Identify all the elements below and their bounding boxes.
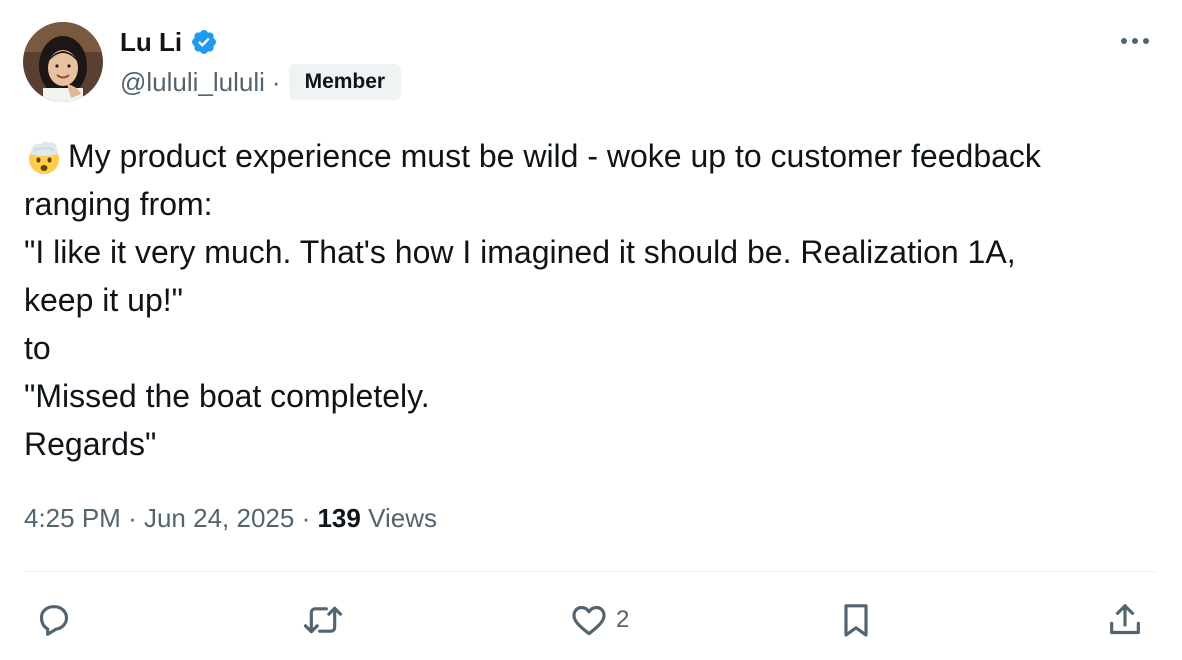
meta-separator: · [301, 503, 311, 533]
member-badge: Member [288, 64, 402, 100]
tweet-line: to [24, 330, 51, 366]
tweet-line: ranging from: [24, 186, 213, 222]
handle-separator: · [271, 67, 281, 97]
more-dots-icon [1121, 38, 1149, 44]
exploding-head-emoji-icon [24, 136, 64, 176]
tweet-time[interactable]: 4:25 PM [24, 503, 121, 533]
tweet-line: "Missed the boat completely. [24, 378, 430, 414]
bookmark-icon [844, 604, 868, 637]
more-options-button[interactable] [1114, 26, 1156, 56]
tweet-line: "I like it very much. That's how I imagi… [24, 234, 1016, 270]
tweet-line: keep it up!" [24, 282, 184, 318]
tweet-card: Lu Li @lululi_lululi · Member My product… [0, 0, 1182, 660]
views-count: 139 [317, 503, 361, 533]
reply-icon [39, 605, 69, 636]
author-display-name: Lu Li [120, 27, 183, 57]
like-button[interactable]: 2 [568, 598, 629, 642]
tweet-date[interactable]: Jun 24, 2025 [144, 503, 294, 533]
tweet-line: Regards" [24, 426, 157, 462]
avatar[interactable] [23, 22, 103, 102]
share-button[interactable] [1105, 598, 1151, 642]
like-count: 2 [616, 606, 630, 633]
tweet-line-text: My product experience must be wild - wok… [68, 138, 1041, 174]
meta-separator: · [128, 503, 137, 533]
views-label: Views [368, 503, 437, 533]
repost-button[interactable] [301, 598, 351, 642]
reply-button[interactable] [34, 598, 80, 642]
repost-icon [303, 606, 343, 634]
tweet-text: My product experience must be wild - wok… [24, 132, 1164, 468]
bookmark-button[interactable] [836, 598, 882, 642]
avatar-photo [23, 22, 103, 102]
author-handle[interactable]: @lululi_lululi [120, 64, 265, 100]
like-icon [572, 605, 606, 636]
share-icon [1110, 604, 1140, 635]
verified-badge-icon [190, 28, 218, 56]
tweet-line: My product experience must be wild - wok… [24, 132, 1164, 180]
handle-row: @lululi_lululi · Member [120, 64, 402, 100]
author-name[interactable]: Lu Li [120, 26, 218, 58]
tweet-meta: 4:25 PM · Jun 24, 2025 · 139 Views [24, 500, 437, 536]
divider [24, 571, 1156, 572]
